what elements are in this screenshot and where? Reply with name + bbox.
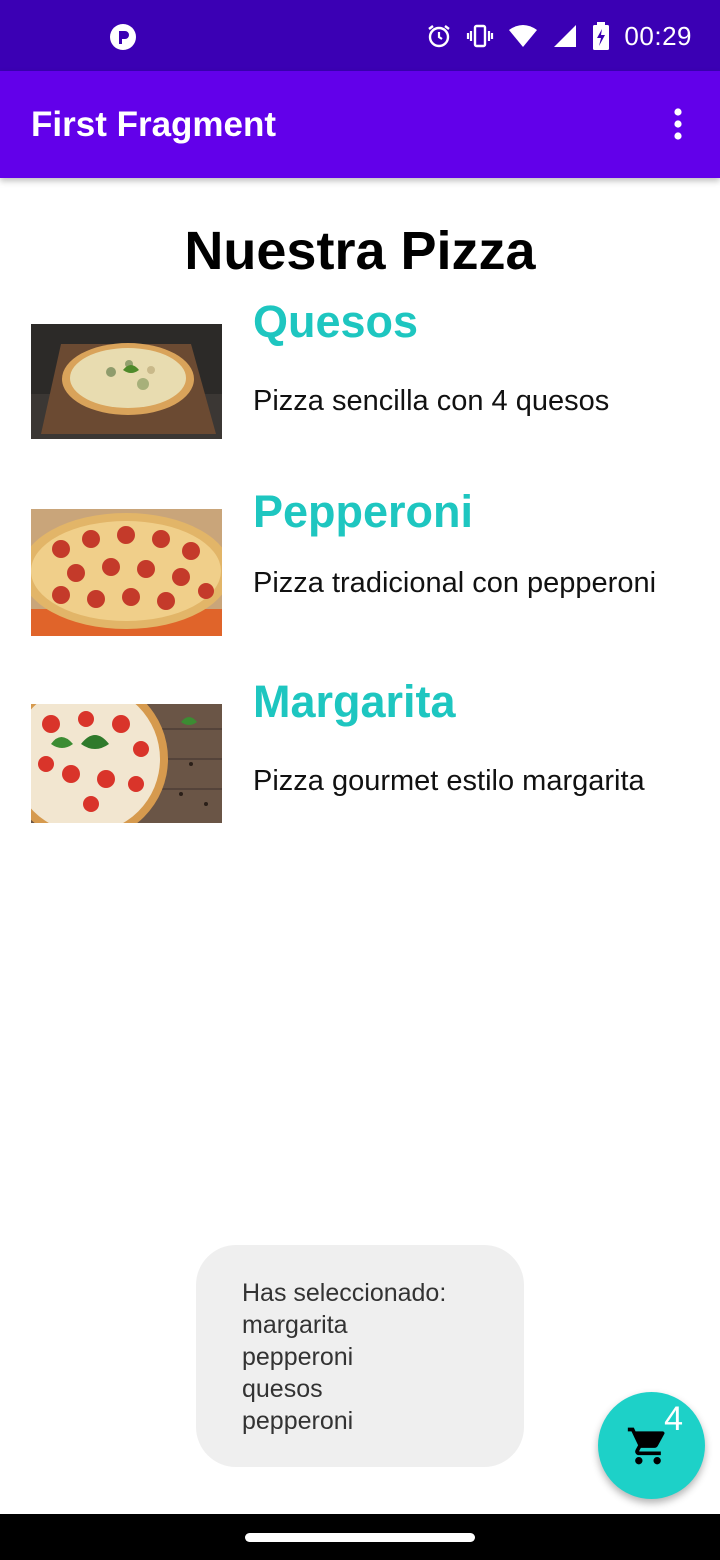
- selection-toast: Has seleccionado: margarita pepperoni qu…: [196, 1245, 524, 1467]
- pizza-item-margarita[interactable]: Margarita Pizza gourmet estilo margarita: [0, 672, 720, 832]
- pizza-item-quesos[interactable]: Quesos Pizza sencilla con 4 quesos: [0, 290, 720, 450]
- home-gesture-handle[interactable]: [245, 1533, 475, 1542]
- overflow-menu-icon[interactable]: [664, 107, 692, 143]
- navigation-bar: [0, 1514, 720, 1560]
- cart-count-badge: 4: [664, 1400, 683, 1438]
- status-time: 00:29: [624, 20, 692, 51]
- toast-line: margarita: [242, 1311, 348, 1339]
- pizza-image-margarita: [31, 704, 222, 823]
- battery-charging-icon: [593, 22, 610, 50]
- signal-icon: [554, 25, 577, 47]
- pizza-image-quesos: [31, 324, 222, 439]
- wifi-icon: [509, 25, 538, 47]
- cart-button[interactable]: 4: [598, 1392, 705, 1499]
- toast-line: Has seleccionado:: [242, 1279, 447, 1307]
- pizza-name: Pepperoni: [253, 486, 474, 537]
- pizza-name: Margarita: [253, 676, 456, 727]
- toast-line: pepperoni: [242, 1343, 354, 1371]
- pizza-description: Pizza tradicional con pepperoni: [253, 567, 657, 599]
- vibrate-icon: [467, 24, 494, 48]
- page-title: Nuestra Pizza: [184, 221, 536, 281]
- alarm-icon: [428, 25, 451, 48]
- app-bar-title: First Fragment: [31, 105, 277, 144]
- status-bar: 00:29: [0, 0, 720, 71]
- pizza-image-pepperoni: [31, 509, 222, 636]
- toast-line: quesos: [242, 1375, 323, 1403]
- app-notification-icon: [110, 24, 136, 50]
- toast-line: pepperoni: [242, 1407, 354, 1435]
- pizza-description: Pizza sencilla con 4 quesos: [253, 385, 610, 417]
- pizza-name: Quesos: [253, 296, 419, 347]
- app-bar: First Fragment: [0, 71, 720, 178]
- pizza-description: Pizza gourmet estilo margarita: [253, 765, 645, 797]
- pizza-item-pepperoni[interactable]: Pepperoni Pizza tradicional con pepperon…: [0, 480, 720, 640]
